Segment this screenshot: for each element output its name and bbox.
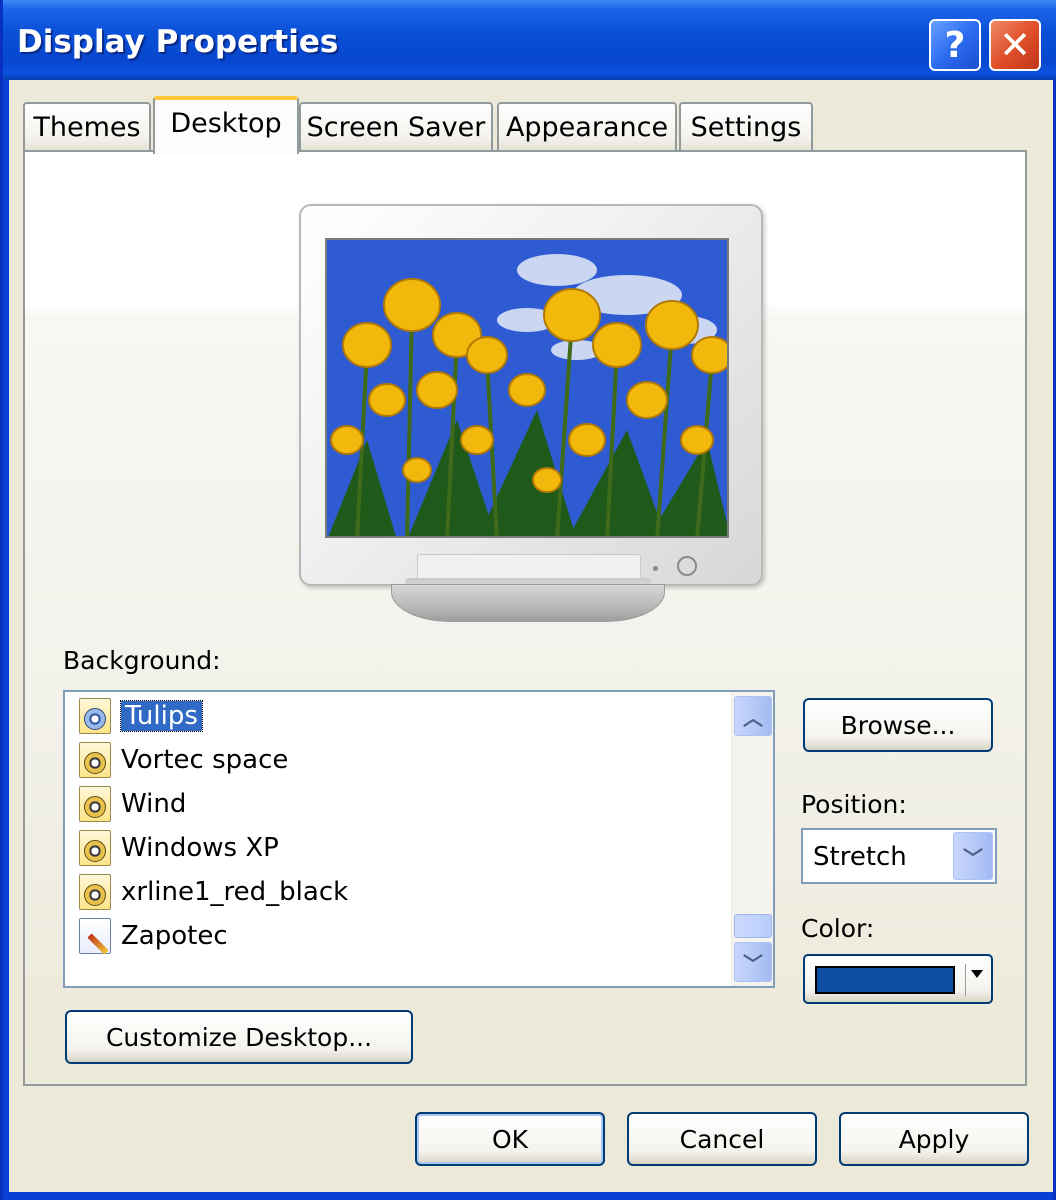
browse-button[interactable]: Browse... <box>803 698 993 752</box>
list-item[interactable]: Wind <box>79 782 186 826</box>
background-label: Background: <box>63 646 221 675</box>
separator <box>965 964 966 996</box>
power-icon <box>677 556 697 576</box>
scroll-up-button[interactable]: ︿ <box>734 696 772 736</box>
title-bar[interactable]: Display Properties ? ✕ <box>3 0 1056 80</box>
cancel-button[interactable]: Cancel <box>627 1112 817 1166</box>
paint-file-icon <box>79 918 111 954</box>
listbox-scrollbar[interactable]: ︿ ﹀ <box>731 692 773 986</box>
help-button[interactable]: ? <box>929 19 981 71</box>
chevron-down-icon: ﹀ <box>963 845 983 870</box>
image-file-icon <box>79 874 111 910</box>
position-label: Position: <box>801 790 907 819</box>
tab-appearance[interactable]: Appearance <box>497 102 677 150</box>
chevron-up-icon: ︿ <box>743 705 763 730</box>
list-item[interactable]: Zapotec <box>79 914 228 958</box>
dialog-client-area: Themes Desktop Screen Saver Appearance S… <box>9 80 1053 1192</box>
list-item[interactable]: Windows XP <box>79 826 279 870</box>
monitor-indicator <box>653 566 658 571</box>
close-button[interactable]: ✕ <box>989 19 1041 71</box>
color-label: Color: <box>801 914 875 943</box>
wallpaper-preview <box>325 238 729 538</box>
tab-screen-saver[interactable]: Screen Saver <box>299 102 493 150</box>
background-listbox[interactable]: Tulips Vortec space Wind Windows XP xrli… <box>63 690 775 988</box>
monitor-slot <box>417 554 641 580</box>
desktop-tab-panel: Background: Tulips Vortec space Wind Win… <box>23 150 1027 1086</box>
display-properties-window: Display Properties ? ✕ Themes Desktop Sc… <box>0 0 1056 1200</box>
window-title: Display Properties <box>17 24 339 60</box>
chevron-down-icon: ﹀ <box>743 951 763 976</box>
image-file-icon <box>79 830 111 866</box>
apply-button[interactable]: Apply <box>839 1112 1029 1166</box>
tab-themes[interactable]: Themes <box>23 102 151 150</box>
scroll-down-button[interactable]: ﹀ <box>734 942 772 982</box>
close-icon: ✕ <box>999 23 1031 67</box>
color-swatch <box>815 966 955 994</box>
image-file-icon <box>79 786 111 822</box>
help-icon: ? <box>944 24 966 66</box>
tab-settings[interactable]: Settings <box>679 102 813 150</box>
customize-desktop-button[interactable]: Customize Desktop... <box>65 1010 413 1064</box>
ok-button[interactable]: OK <box>415 1112 605 1166</box>
list-item[interactable]: xrline1_red_black <box>79 870 348 914</box>
list-item[interactable]: Vortec space <box>79 738 288 782</box>
monitor-preview <box>299 204 763 586</box>
dropdown-arrow-icon <box>971 970 983 978</box>
scroll-thumb[interactable] <box>734 914 772 938</box>
dropdown-button[interactable]: ﹀ <box>953 832 993 880</box>
position-select[interactable]: Stretch ﹀ <box>801 828 997 884</box>
tab-desktop[interactable]: Desktop <box>153 96 299 154</box>
list-item[interactable]: Tulips <box>79 694 203 738</box>
image-file-icon <box>79 698 111 734</box>
monitor-stand <box>391 584 665 622</box>
image-file-icon <box>79 742 111 778</box>
tulips-picture <box>327 240 727 536</box>
color-picker-button[interactable] <box>803 954 993 1004</box>
